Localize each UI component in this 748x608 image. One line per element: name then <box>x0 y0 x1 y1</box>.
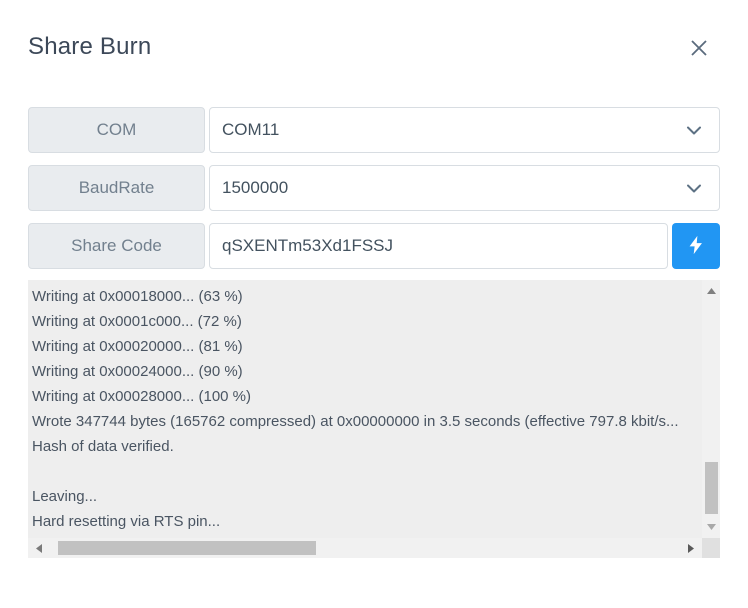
baudrate-label: BaudRate <box>28 165 205 211</box>
log-line: Writing at 0x00020000... (81 %) <box>32 338 243 355</box>
chevron-down-icon[interactable] <box>683 119 709 141</box>
log-line: Leaving... <box>32 488 98 505</box>
form-row-com: COM COM11 <box>28 107 720 153</box>
dialog-title: Share Burn <box>28 33 152 60</box>
log-line: Writing at 0x00024000... (90 %) <box>32 363 243 380</box>
log-line: Writing at 0x00028000... (100 %) <box>32 388 252 405</box>
log-viewport: Writing at 0x00018000... (63 %) Writing … <box>28 280 702 538</box>
log-line: Writing at 0x00018000... (63 %) <box>32 288 243 305</box>
log-horizontal-scrollbar[interactable] <box>28 538 702 558</box>
log-line: Wrote 347744 bytes (165762 compressed) a… <box>32 413 679 430</box>
burn-log-panel: Writing at 0x00018000... (63 %) Writing … <box>28 280 720 558</box>
log-line: Writing at 0x0001c000... (72 %) <box>32 313 242 330</box>
dialog-header: Share Burn <box>0 0 748 92</box>
close-button[interactable] <box>684 33 714 63</box>
horizontal-scrollbar-thumb[interactable] <box>58 541 316 555</box>
com-label: COM <box>28 107 205 153</box>
vertical-scrollbar-thumb[interactable] <box>705 462 718 514</box>
triangle-down-icon[interactable] <box>702 518 720 536</box>
baudrate-select[interactable]: 1500000 <box>209 165 720 211</box>
lightning-bolt-icon <box>685 234 707 259</box>
com-value: COM11 <box>222 120 280 139</box>
burn-button[interactable] <box>672 223 720 269</box>
log-line: Hard resetting via RTS pin... <box>32 513 221 530</box>
form-row-baudrate: BaudRate 1500000 <box>28 165 720 211</box>
chevron-down-icon[interactable] <box>683 177 709 199</box>
log-vertical-scrollbar[interactable] <box>702 280 720 538</box>
share-code-input[interactable]: qSXENTm53Xd1FSSJ <box>209 223 668 269</box>
form-row-share-code: Share Code qSXENTm53Xd1FSSJ <box>28 223 720 269</box>
log-line: Hash of data verified. <box>32 438 174 455</box>
triangle-up-icon[interactable] <box>702 282 720 300</box>
resize-grip-icon[interactable] <box>702 538 720 558</box>
com-select[interactable]: COM11 <box>209 107 720 153</box>
burn-form: COM COM11 BaudRate 1500000 Share Code qS… <box>28 107 720 281</box>
share-code-value: qSXENTm53Xd1FSSJ <box>222 236 394 255</box>
share-burn-dialog: Share Burn COM COM11 BaudRate 1500000 Sh… <box>0 0 748 608</box>
share-code-label: Share Code <box>28 223 205 269</box>
triangle-right-icon[interactable] <box>682 538 700 558</box>
baudrate-value: 1500000 <box>222 178 289 197</box>
triangle-left-icon[interactable] <box>30 538 48 558</box>
close-icon <box>689 38 709 58</box>
